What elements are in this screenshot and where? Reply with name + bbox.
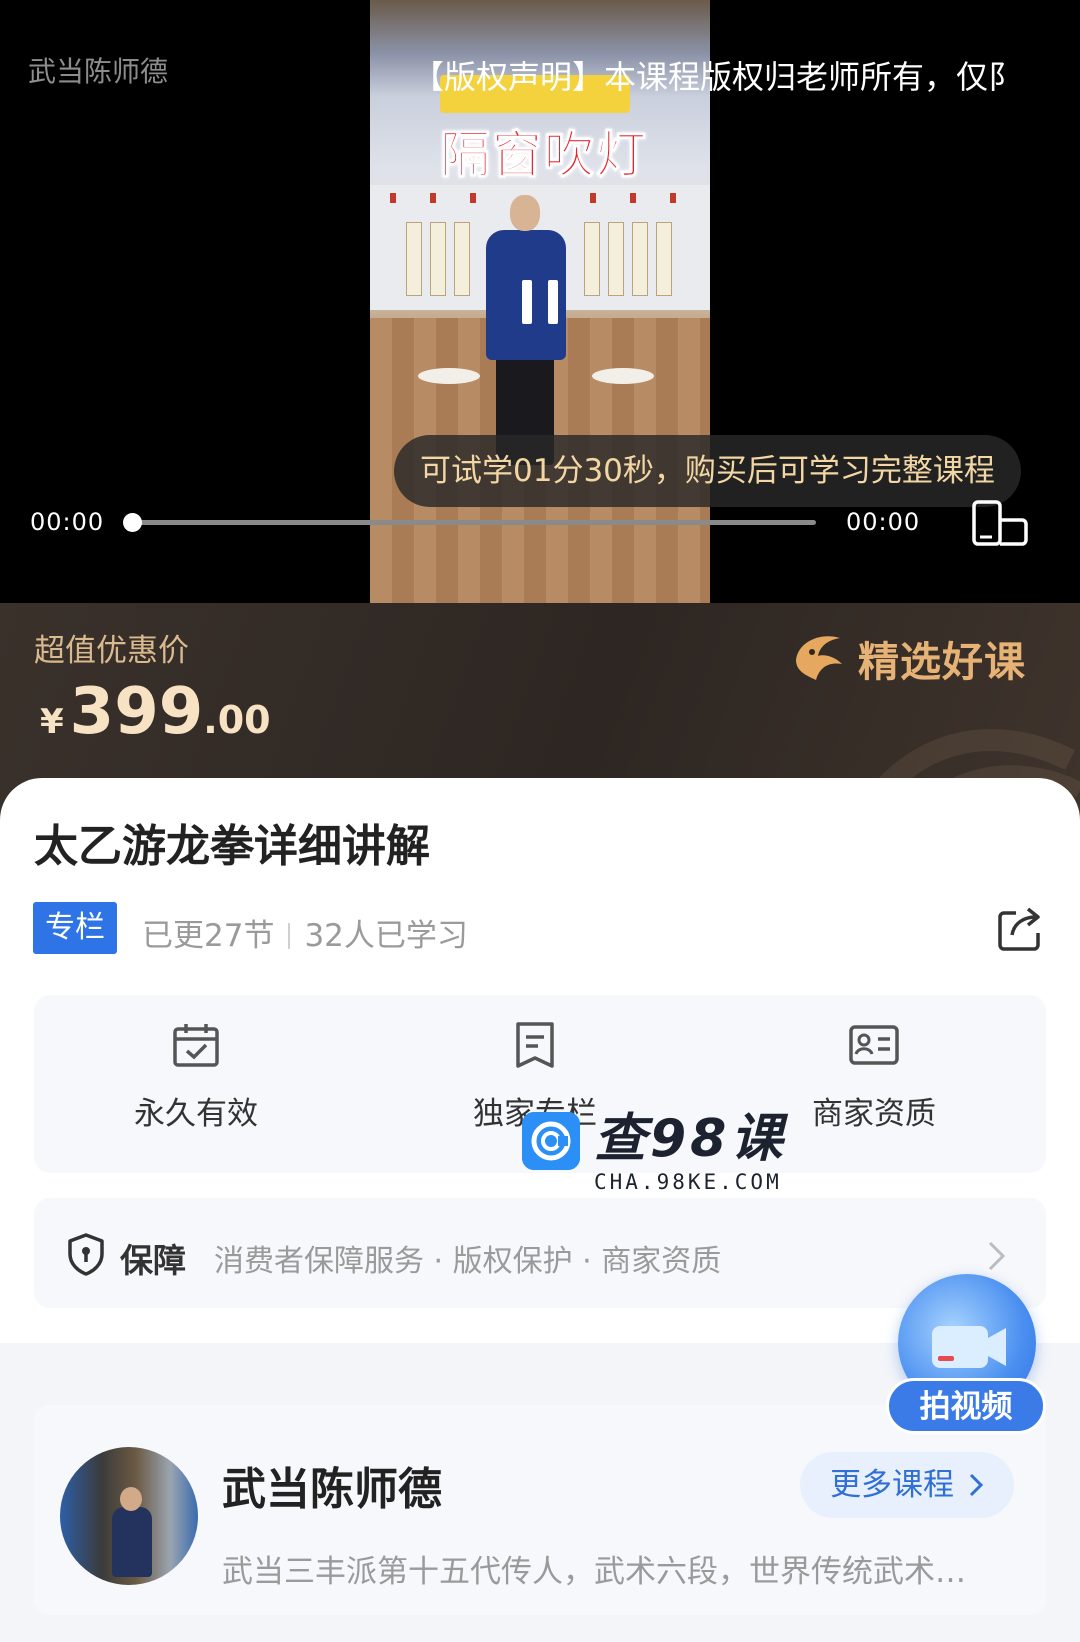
course-title: 太乙游龙拳详细讲解: [34, 821, 430, 872]
more-courses-button[interactable]: 更多课程: [800, 1452, 1014, 1518]
price-label: 超值优惠价: [34, 633, 189, 669]
id-card-icon: [849, 1025, 899, 1065]
site-watermark-name: 查98课: [594, 1109, 787, 1169]
video-wall-scroll: [632, 222, 648, 296]
chevron-right-icon: [969, 1473, 984, 1497]
time-total: 00:00: [846, 508, 921, 536]
site-watermark-url: CHA.98KE.COM: [594, 1170, 782, 1194]
video-wall-scroll: [608, 222, 624, 296]
progress-track[interactable]: [130, 520, 816, 525]
course-meta: 已更27节 32人已学习: [142, 910, 468, 955]
dolphin-logo-icon: [796, 636, 842, 680]
author-description: 武当三丰派第十五代传人，武术六段，世界传统武术…: [222, 1554, 966, 1590]
calendar-check-icon: [173, 1024, 219, 1067]
record-video-button[interactable]: 拍视频: [886, 1270, 1046, 1440]
pause-icon: [548, 280, 558, 324]
pause-icon: [522, 280, 532, 324]
document-icon: [516, 1022, 554, 1068]
feature-lifetime: 永久有效: [86, 1022, 306, 1133]
trial-notice: 可试学01分30秒，购买后可学习完整课程: [394, 435, 1021, 507]
video-wall-scroll: [430, 222, 446, 296]
video-wall-scroll: [454, 222, 470, 296]
record-video-label: 拍视频: [886, 1378, 1046, 1434]
featured-course-badge: 精选好课: [790, 628, 1026, 688]
more-courses-label: 更多课程: [830, 1467, 955, 1503]
price-decimal: .00: [203, 698, 271, 742]
shield-icon: [68, 1233, 104, 1276]
price-value: ¥399.00: [40, 675, 271, 749]
video-watermark: 武当陈师德: [28, 55, 169, 88]
site-watermark: 查98课 CHA.98KE.COM: [522, 1112, 786, 1194]
fullscreen-rotate-icon[interactable]: [972, 500, 1030, 546]
author-name: 武当陈师德: [222, 1464, 442, 1515]
learner-count: 32人已学习: [304, 918, 468, 954]
site-logo-icon: [522, 1112, 580, 1170]
video-lantern: [470, 193, 476, 203]
meta-divider: [288, 923, 291, 949]
time-current: 00:00: [30, 508, 105, 536]
feature-label: 永久有效: [134, 1096, 258, 1132]
avatar-figure: [112, 1507, 152, 1577]
pause-button[interactable]: [522, 280, 558, 324]
avatar[interactable]: [60, 1447, 198, 1585]
video-wall-scroll: [584, 222, 600, 296]
video-style-title: 隔窗吹灯: [440, 126, 648, 185]
video-player[interactable]: 隔窗吹灯 武当陈师德 【版权声明】本课程版权归老师所有，仅阝 可试学01分30秒…: [0, 0, 1080, 603]
video-cushion: [592, 368, 654, 384]
copyright-marquee: 【版权声明】本课程版权归老师所有，仅阝: [412, 58, 1021, 96]
feature-merchant: 商家资质: [764, 1022, 984, 1133]
guarantee-items: 消费者保障服务 · 版权保护 · 商家资质: [214, 1244, 722, 1279]
feature-label: 商家资质: [812, 1096, 936, 1132]
badge-label: 精选好课: [858, 638, 1026, 686]
chevron-right-icon: [988, 1241, 1006, 1271]
video-person-head: [510, 195, 540, 231]
guarantee-title: 保障: [120, 1241, 186, 1280]
updated-count: 已更27节: [142, 918, 275, 954]
video-lantern: [390, 193, 396, 203]
video-wall-scroll: [656, 222, 672, 296]
video-lantern: [590, 193, 596, 203]
video-lantern: [630, 193, 636, 203]
avatar-head: [120, 1487, 142, 1511]
video-wall-scroll: [406, 222, 422, 296]
column-tag: 专栏: [33, 902, 117, 954]
price-currency: ¥: [40, 702, 64, 742]
video-lantern: [670, 193, 676, 203]
price-integer: 399: [69, 675, 204, 749]
video-lantern: [430, 193, 436, 203]
share-icon[interactable]: [996, 905, 1044, 953]
progress-knob[interactable]: [123, 513, 142, 532]
video-cushion: [418, 368, 480, 384]
